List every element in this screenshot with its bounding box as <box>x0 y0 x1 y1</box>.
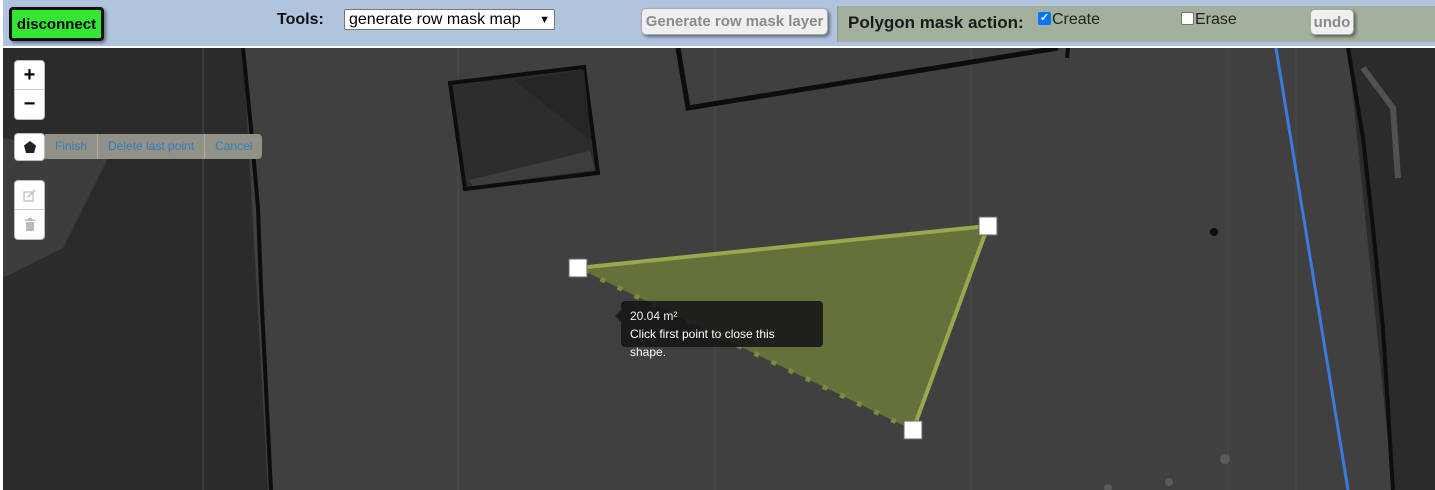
chevron-down-icon: ▼ <box>539 13 550 26</box>
polygon-mask-action-label: Polygon mask action: <box>848 13 1024 32</box>
create-checkbox[interactable]: ✓ <box>1038 12 1051 25</box>
tools-select-value: generate row mask map <box>349 10 521 28</box>
tools-label: Tools: <box>277 11 324 28</box>
draw-tooltip: 20.04 m² Click first point to close this… <box>615 301 823 359</box>
delete-last-point-action[interactable]: Delete last point <box>97 134 204 159</box>
edit-icon <box>23 188 36 202</box>
zoom-in-button[interactable]: + <box>15 61 44 90</box>
erase-label: Erase <box>1195 11 1237 28</box>
create-label: Create <box>1052 11 1101 28</box>
zoom-control: + − <box>14 60 45 120</box>
disconnect-button[interactable]: disconnect <box>9 7 104 41</box>
edit-layers-button[interactable] <box>15 181 44 210</box>
draw-actions: Finish Delete last point Cancel <box>45 134 263 159</box>
cancel-action[interactable]: Cancel <box>204 134 262 159</box>
polygon-area: 20.04 m² <box>630 309 678 323</box>
map-canvas[interactable] <box>3 48 1435 490</box>
finish-action[interactable]: Finish <box>45 134 97 159</box>
delete-layers-button[interactable] <box>15 210 44 239</box>
trash-icon <box>24 218 35 231</box>
draw-polygon-button[interactable] <box>14 133 45 161</box>
vertex-handle[interactable] <box>903 420 923 440</box>
draw-hint: Click first point to close this shape. <box>630 327 775 359</box>
drawn-polygon <box>568 216 998 440</box>
zoom-out-button[interactable]: − <box>15 90 44 119</box>
polygon-icon <box>23 141 36 153</box>
vertex-handle[interactable] <box>568 258 588 278</box>
undo-button[interactable]: undo <box>1310 9 1354 35</box>
generate-row-mask-layer-button[interactable]: Generate row mask layer <box>641 8 828 35</box>
edit-toolbar <box>14 180 45 240</box>
tools-select[interactable]: generate row mask map ▼ <box>344 9 555 30</box>
erase-checkbox[interactable] <box>1181 12 1194 25</box>
vertex-handle[interactable] <box>978 216 998 236</box>
